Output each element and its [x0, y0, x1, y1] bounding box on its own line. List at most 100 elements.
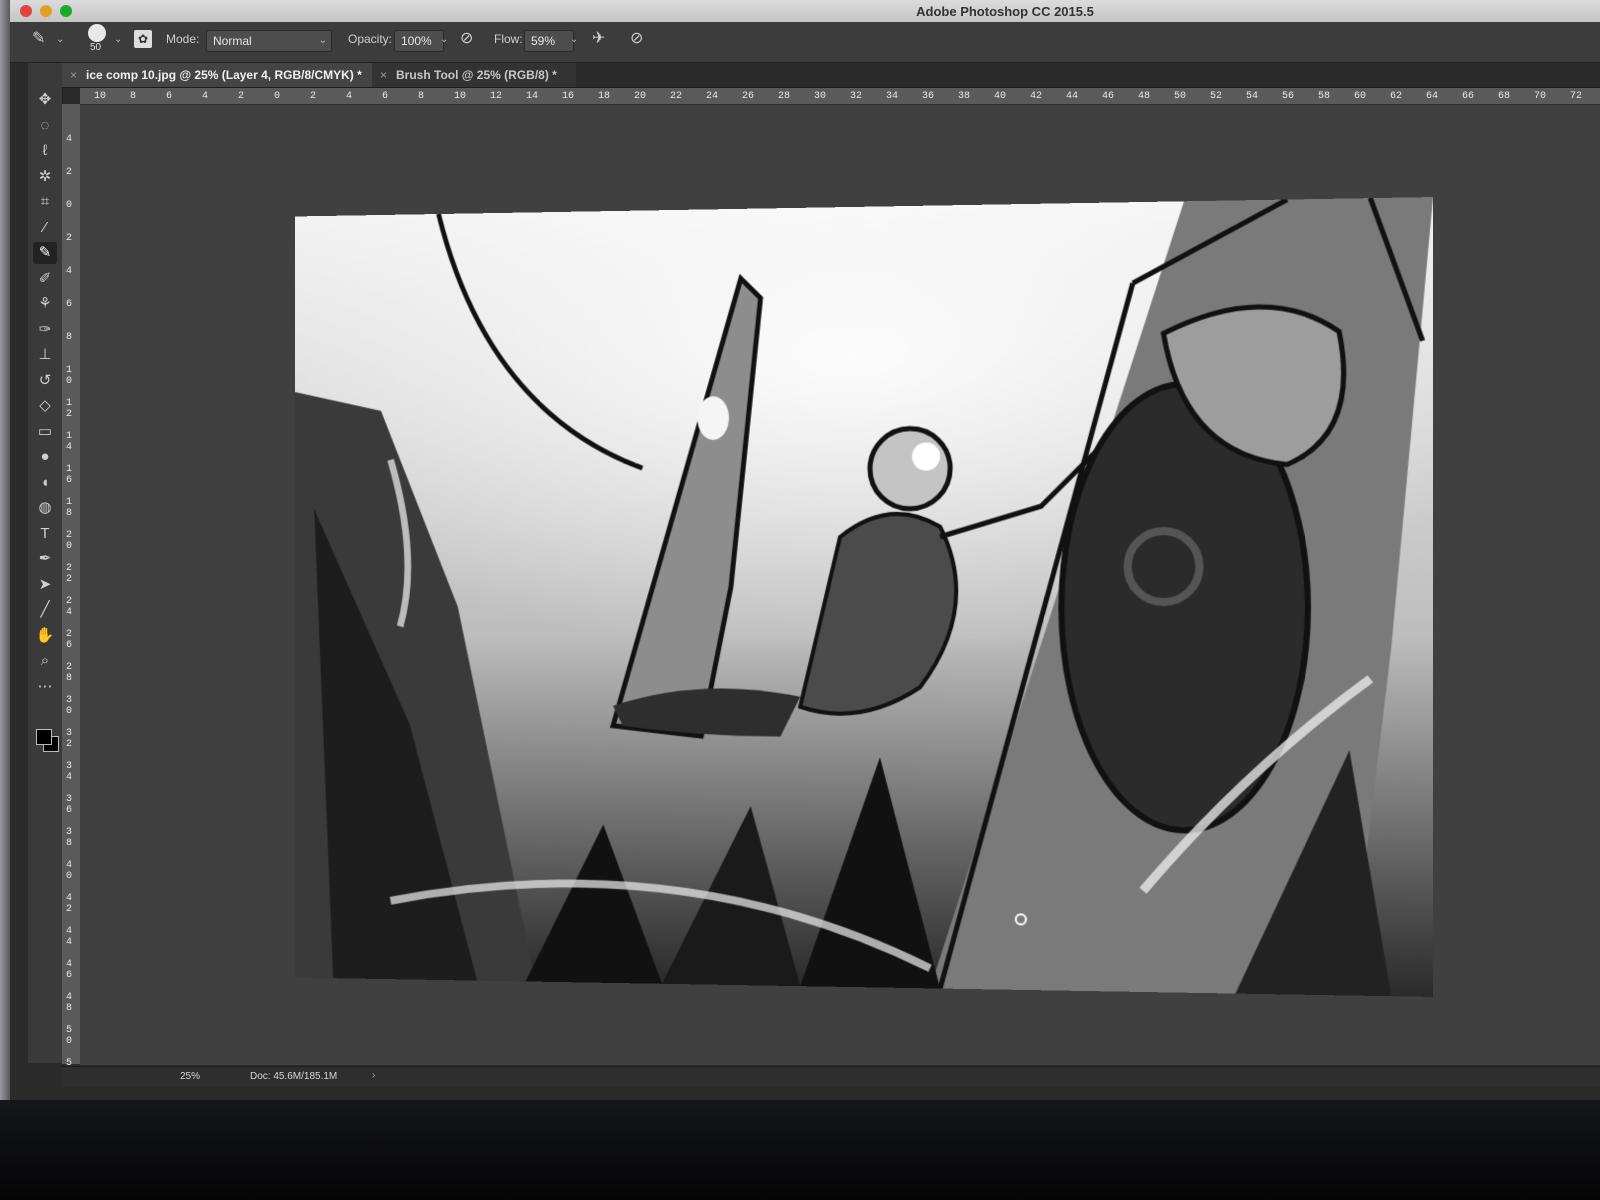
lasso-tool-icon[interactable]: ℓ [33, 140, 57, 162]
path-selection-tool-icon[interactable]: ➤ [33, 574, 57, 596]
ruler-tick-label: 62 [1390, 91, 1403, 102]
tab-label: ice comp 10.jpg @ 25% (Layer 4, RGB/8/CM… [86, 68, 362, 82]
ruler-tick-label: 8 [130, 91, 137, 102]
ruler-tick-label: 4 2 [66, 893, 73, 915]
ruler-tick-label: 3 8 [66, 827, 73, 849]
ruler-tick-label: 2 [310, 91, 317, 102]
ruler-tick-label: 44 [1066, 91, 1079, 102]
sketch-artwork [295, 197, 1434, 997]
close-tab-icon[interactable]: × [70, 63, 77, 87]
brush-size-preview-icon[interactable] [88, 24, 106, 42]
pressure-size-icon[interactable]: ⊘ [630, 30, 643, 48]
document-size: Doc: 45.6M/185.1M [250, 1071, 338, 1082]
close-tab-icon[interactable]: × [380, 63, 387, 87]
pen-tool-icon[interactable]: ✒ [33, 548, 57, 570]
flow-input[interactable]: 59% [524, 30, 574, 52]
ruler-tick-label: 2 [66, 167, 73, 178]
flow-label: Flow: [494, 32, 523, 46]
ruler-tick-label: 5 0 [66, 1025, 73, 1047]
ruler-tick-label: 18 [598, 91, 611, 102]
ruler-tick-label: 64 [1426, 91, 1439, 102]
ruler-tick-label: 0 [274, 91, 281, 102]
ruler-tick-label: 52 [1210, 91, 1223, 102]
vertical-ruler[interactable]: 4 2 0 2 4 6 8 1 0 1 2 1 4 1 6 1 8 2 0 2 2 2 4 2 6 2 8 3 0… [62, 104, 81, 1069]
magic-wand-tool-icon[interactable]: ✲ [33, 166, 57, 188]
app-title: Adobe Photoshop CC 2015.5 [916, 4, 1094, 19]
zoom-level[interactable]: 25% [180, 1071, 200, 1082]
tab-label: Brush Tool @ 25% (RGB/8) * [396, 68, 557, 82]
move-tool-icon[interactable]: ✥ [33, 89, 57, 111]
type-tool-icon[interactable]: T [33, 523, 57, 545]
line-tool-icon[interactable]: ╱ [33, 599, 57, 621]
ruler-tick-label: 68 [1498, 91, 1511, 102]
ruler-tick-label: 2 [66, 233, 73, 244]
tab-document-1[interactable]: × ice comp 10.jpg @ 25% (Layer 4, RGB/8/… [62, 63, 392, 87]
gradient-tool-icon[interactable]: ▭ [33, 421, 57, 443]
document-tabs: × ice comp 10.jpg @ 25% (Layer 4, RGB/8/… [62, 63, 1600, 88]
brush-panel-toggle-icon[interactable]: ✿ [134, 30, 152, 48]
ruler-tick-label: 4 0 [66, 860, 73, 882]
ruler-tick-label: 70 [1534, 91, 1547, 102]
toolbox: ✥ ◌ ℓ ✲ ⌗ ⁄ ✎ ✐ ⚘ ✑ ⊥ ↺ ◇ ▭ ● ◖ ◍ T ✒ ➤ ╱ ✋ ⌕ ⋯ [28, 63, 63, 1063]
ruler-tick-label: 2 [238, 91, 245, 102]
ruler-tick-label: 38 [958, 91, 971, 102]
ruler-tick-label: 4 [66, 266, 73, 277]
more-tools-icon[interactable]: ⋯ [33, 676, 57, 698]
stamp-tool-icon[interactable]: ⊥ [33, 344, 57, 366]
ruler-tick-label: 40 [994, 91, 1007, 102]
chevron-down-icon[interactable]: ⌄ [56, 34, 64, 45]
ruler-tick-label: 2 6 [66, 629, 73, 651]
ruler-tick-label: 4 [66, 134, 73, 145]
ruler-tick-label: 6 [66, 299, 73, 310]
ruler-tick-label: 46 [1102, 91, 1115, 102]
ruler-tick-label: 2 4 [66, 596, 73, 618]
hand-tool-icon[interactable]: ✋ [33, 625, 57, 647]
ruler-tick-label: 3 2 [66, 728, 73, 750]
chevron-down-icon[interactable]: ⌄ [114, 34, 122, 45]
zoom-tool-icon[interactable]: ⌕ [33, 650, 57, 672]
ruler-tick-label: 3 6 [66, 794, 73, 816]
airbrush-icon[interactable]: ✈ [592, 30, 605, 48]
history-brush-tool-icon[interactable]: ↺ [33, 370, 57, 392]
ruler-tick-label: 1 4 [66, 431, 73, 453]
pencil-tool-icon[interactable]: ✐ [33, 268, 57, 290]
pressure-opacity-icon[interactable]: ⊘ [460, 30, 473, 48]
chevron-down-icon[interactable]: ⌄ [440, 34, 448, 45]
ruler-tick-label: 4 [202, 91, 209, 102]
status-bar: 25% Doc: 45.6M/185.1M › [62, 1066, 1600, 1087]
opacity-input[interactable]: 100% [394, 30, 444, 52]
chevron-down-icon[interactable]: ⌄ [570, 34, 578, 45]
horizontal-ruler[interactable]: 10 8 6 4 2 0 2 4 6 8 10 12 14 16 18 20 22 24 26 28 30 32 34 36 3… [80, 88, 1600, 105]
mixer-brush-tool-icon[interactable]: ✑ [33, 319, 57, 341]
status-menu-arrow-icon[interactable]: › [372, 1070, 375, 1081]
marquee-tool-icon[interactable]: ◌ [33, 115, 57, 137]
blur-tool-icon[interactable]: ● [33, 446, 57, 468]
ruler-tick-label: 8 [418, 91, 425, 102]
chevron-down-icon: ⌄ [318, 35, 327, 46]
eyedropper-tool-icon[interactable]: ⁄ [33, 217, 57, 239]
ruler-tick-label: 1 6 [66, 464, 73, 486]
ruler-tick-label: 3 4 [66, 761, 73, 783]
mode-select[interactable]: Normal ⌄ [206, 30, 332, 52]
ruler-tick-label: 3 0 [66, 695, 73, 717]
eraser-tool-icon[interactable]: ◇ [33, 395, 57, 417]
canvas-workspace[interactable] [80, 105, 1600, 1065]
ruler-tick-label: 10 [94, 91, 107, 102]
monitor-bezel-bottom [0, 1100, 1600, 1200]
dodge-tool-icon[interactable]: ◖ [33, 472, 57, 494]
ruler-tick-label: 50 [1174, 91, 1187, 102]
ruler-tick-label: 4 [346, 91, 353, 102]
tab-document-2[interactable]: × Brush Tool @ 25% (RGB/8) * [372, 63, 576, 87]
crop-tool-icon[interactable]: ⌗ [33, 191, 57, 213]
ruler-tick-label: 20 [634, 91, 647, 102]
ruler-tick-label: 22 [670, 91, 683, 102]
foreground-color-swatch[interactable] [36, 729, 52, 745]
clone-stamp-tool-icon[interactable]: ⚘ [33, 293, 57, 315]
document-canvas[interactable] [295, 197, 1434, 997]
ruler-tick-label: 30 [814, 91, 827, 102]
ruler-tick-label: 6 [166, 91, 173, 102]
brush-preset-icon[interactable]: ✎ [32, 30, 45, 48]
smudge-tool-icon[interactable]: ◍ [33, 497, 57, 519]
opacity-label: Opacity: [348, 32, 393, 46]
brush-tool-icon[interactable]: ✎ [33, 242, 57, 264]
